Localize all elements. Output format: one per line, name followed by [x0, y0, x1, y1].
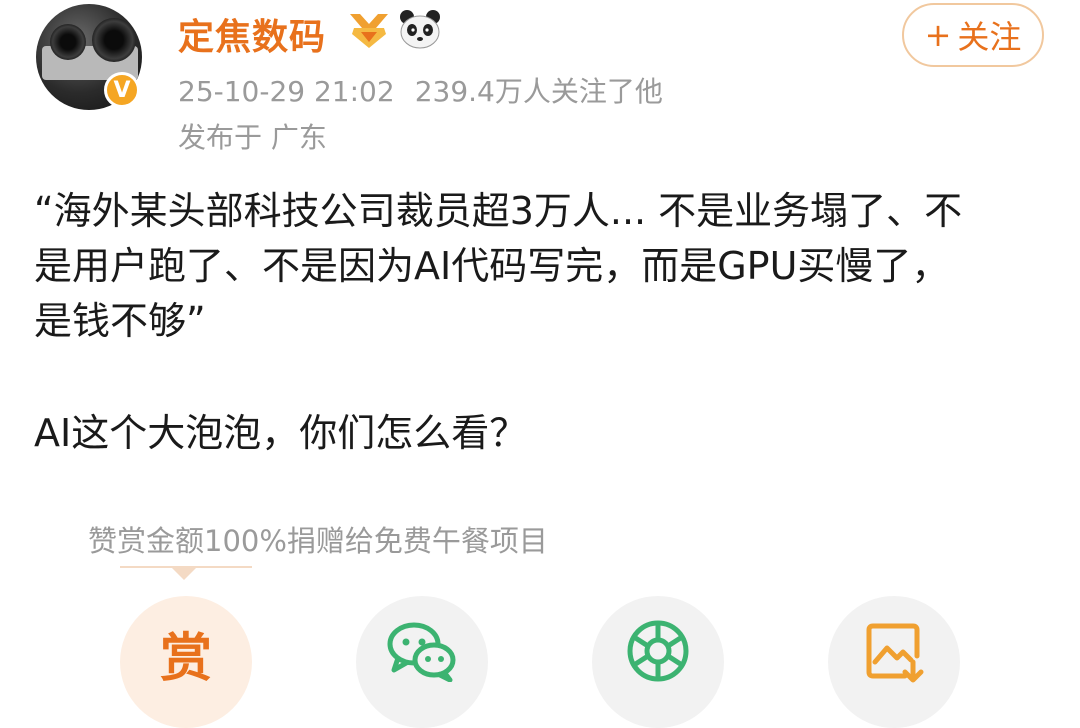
follow-button[interactable]: + 关注 — [902, 3, 1044, 67]
post-location: 发布于 广东 — [178, 121, 327, 154]
save-image-icon — [863, 618, 925, 688]
camera-lens-left — [50, 24, 86, 60]
post-body: “海外某头部科技公司裁员超3万人... 不是业务塌了、不 是用户跑了、不是因为A… — [34, 184, 1044, 349]
post-line: 是钱不够” — [34, 299, 206, 343]
follow-label: 关注 — [957, 18, 1022, 56]
save-image-button[interactable] — [828, 596, 960, 728]
post-line: “海外某头部科技公司裁员超3万人... 不是业务塌了、不 — [34, 189, 963, 233]
share-wechat-button[interactable] — [356, 596, 488, 728]
reward-note: 赞赏金额100%捐赠给免费午餐项目 — [88, 524, 548, 558]
post-meta: 25-10-29 21:02 239.4万人关注了他 — [178, 70, 663, 110]
share-moments-button[interactable] — [592, 596, 724, 728]
reward-button[interactable]: 赏 — [120, 596, 252, 728]
verified-badge-icon: V — [104, 72, 140, 108]
post-timestamp: 25-10-29 21:02 — [178, 75, 395, 108]
author-name[interactable]: 定焦数码 — [178, 8, 326, 60]
plus-icon: + — [924, 16, 952, 54]
moments-icon — [625, 618, 691, 688]
reward-caret — [172, 568, 196, 580]
wechat-icon — [386, 618, 458, 686]
follower-count: 239.4万人关注了他 — [414, 75, 663, 108]
panda-icon — [398, 8, 442, 54]
post-line: 是用户跑了、不是因为AI代码写完，而是GPU买慢了， — [34, 244, 950, 288]
medal-icon — [346, 10, 392, 54]
camera-lens-right — [92, 18, 136, 62]
post-question: AI这个大泡泡，你们怎么看？ — [34, 411, 528, 455]
reward-label: 赏 — [159, 629, 212, 689]
